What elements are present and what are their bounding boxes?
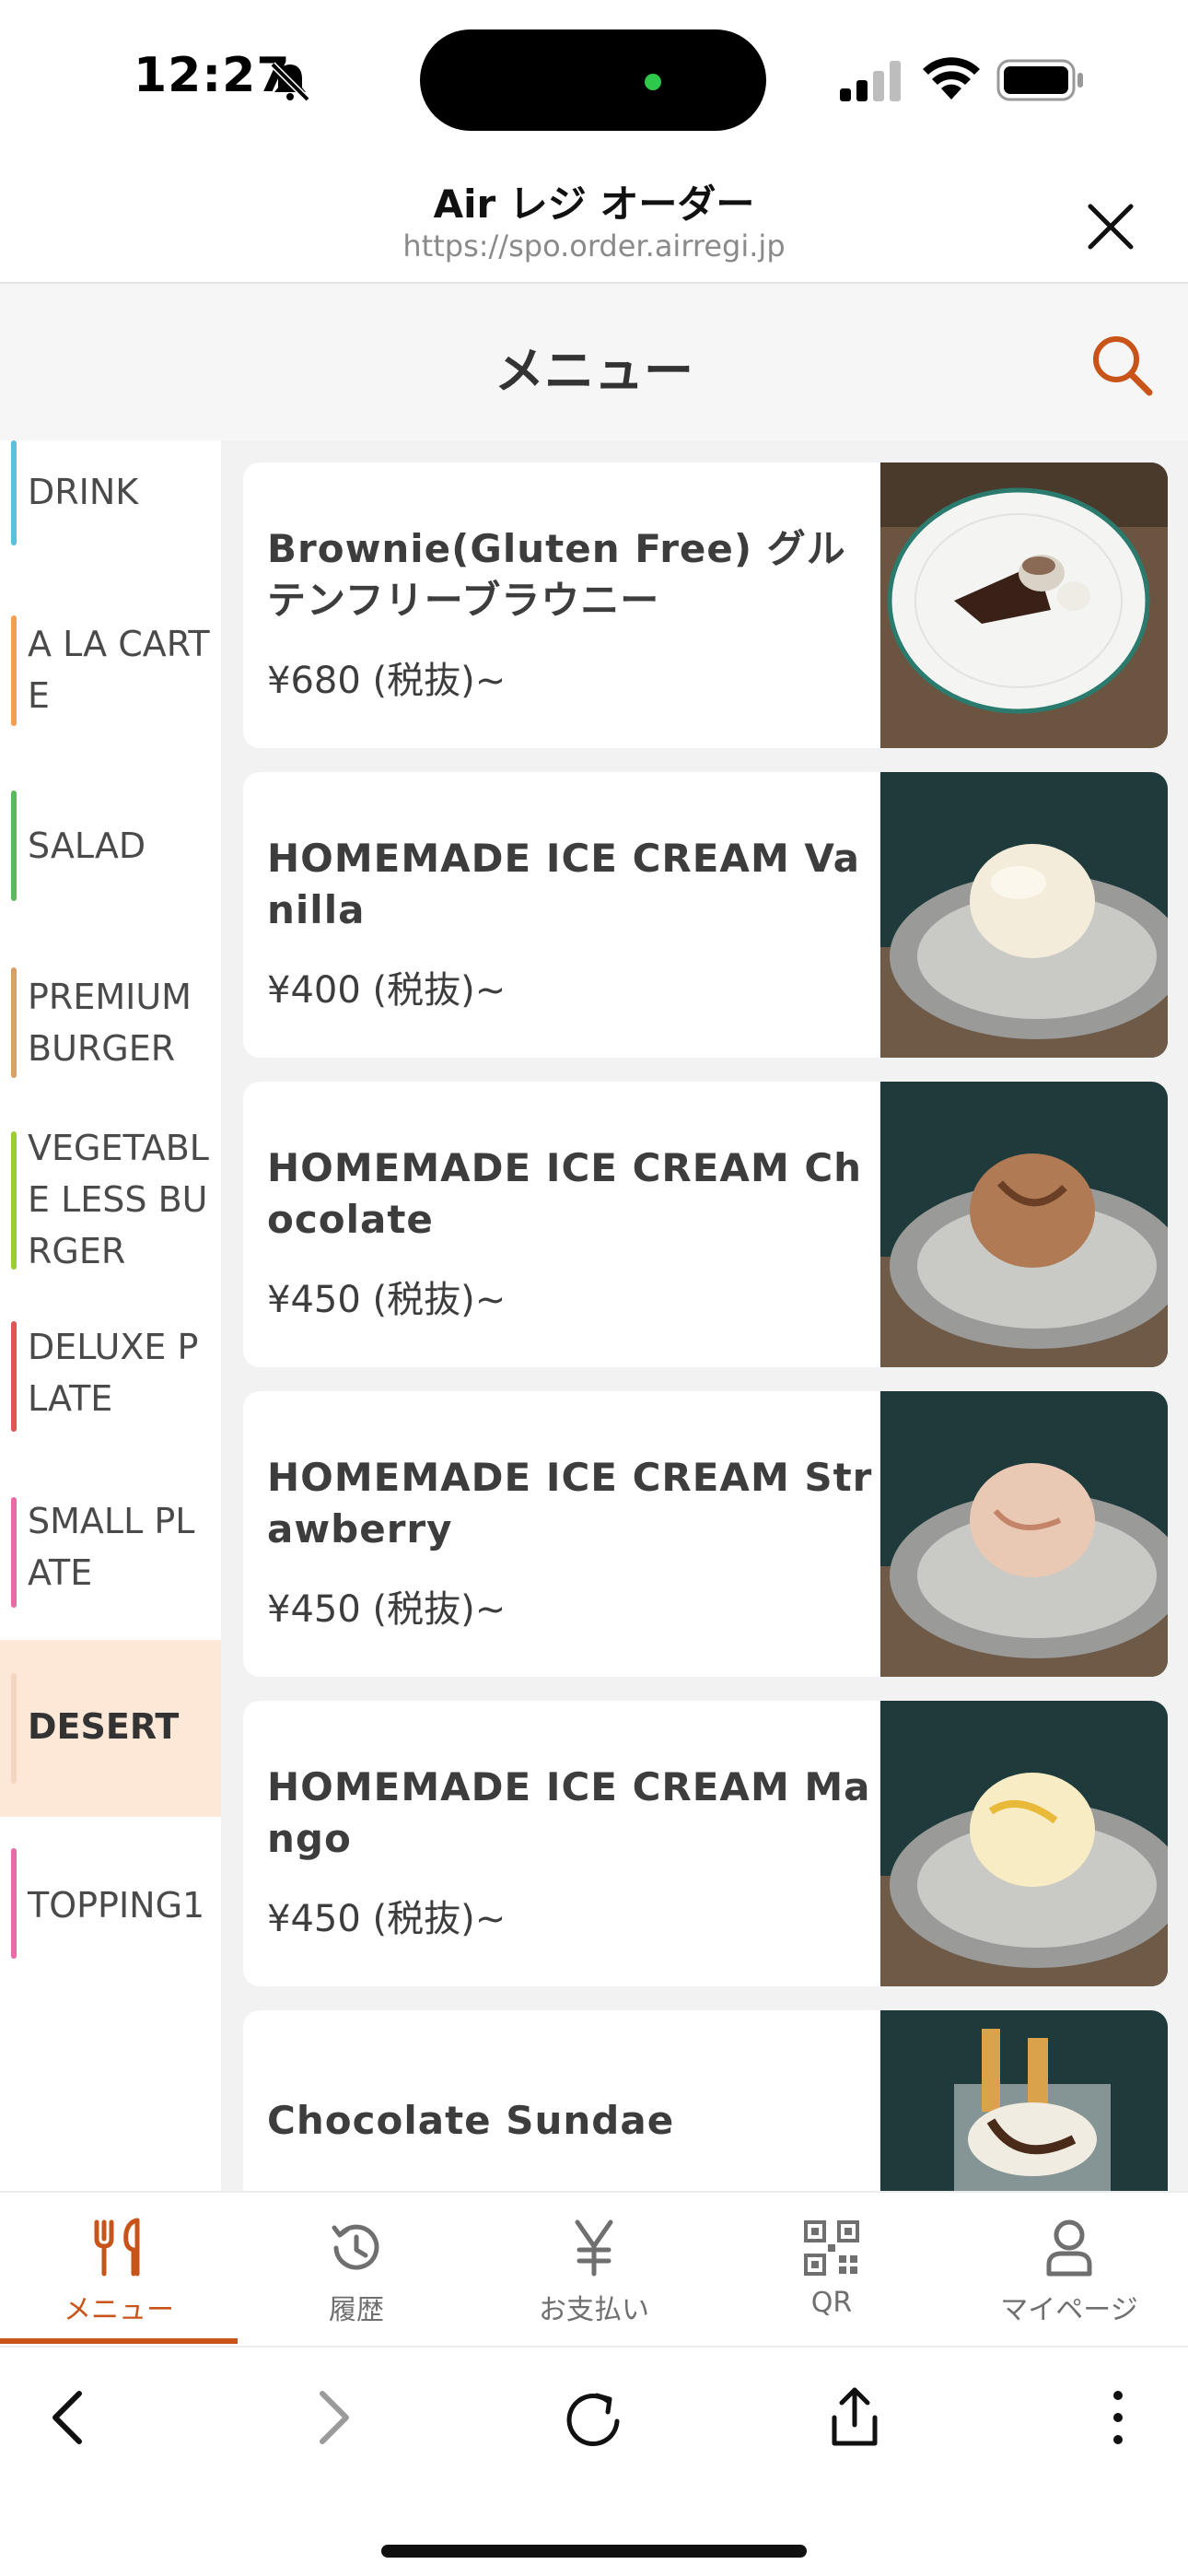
category-item-vegetable-less-burger[interactable]: VEGETABLE LESS BURGER [0,1122,221,1279]
category-label: DELUXE PLATE [28,1327,199,1419]
share-icon[interactable] [818,2381,891,2454]
category-sidebar[interactable]: DRINK A LA CARTE SALAD PREMIUM BURGER VE… [0,440,221,2191]
category-color-bar [11,615,17,726]
tab-history[interactable]: 履歴 [238,2193,475,2346]
category-item-a-la-carte[interactable]: A LA CARTE [0,606,221,735]
browser-header: Air レジ オーダー https://spo.order.airregi.jp [0,157,1188,284]
reload-icon[interactable] [556,2381,630,2454]
back-icon[interactable] [33,2381,107,2454]
menu-content: DRINK A LA CARTE SALAD PREMIUM BURGER VE… [0,440,1188,2191]
chocolate-ice-cream-image [880,1082,1168,1367]
status-bar: 12:27 [0,0,1188,157]
more-options-icon[interactable] [1081,2381,1155,2454]
product-card-ice-cream-mango[interactable]: HOMEMADE ICE CREAM Mango ¥450 (税抜)~ [243,1701,1168,1986]
tab-menu[interactable]: メニュー [0,2193,238,2346]
product-card-ice-cream-chocolate[interactable]: HOMEMADE ICE CREAM Chocolate ¥450 (税抜)~ [243,1082,1168,1367]
tab-label: お支払い [539,2294,649,2326]
category-color-bar [11,1848,17,1959]
category-color-bar [11,1673,17,1784]
person-icon [1046,2219,1092,2277]
wifi-icon [923,57,980,100]
page-header: メニュー [0,284,1188,440]
product-card-ice-cream-strawberry[interactable]: HOMEMADE ICE CREAM Strawberry ¥450 (税抜)~ [243,1391,1168,1677]
category-color-bar [11,790,17,901]
category-item-small-plate[interactable]: SMALL PLATE [0,1495,221,1624]
product-name: HOMEMADE ICE CREAM Vanilla [267,836,860,932]
history-icon [332,2224,379,2270]
product-card-ice-cream-vanilla[interactable]: HOMEMADE ICE CREAM Vanilla ¥400 (税抜)~ [243,772,1168,1058]
tab-payment[interactable]: お支払い [475,2193,713,2346]
chocolate-sundae-image [880,2010,1168,2191]
category-item-topping1[interactable]: TOPPING1 [0,1848,221,1977]
category-item-deluxe-plate[interactable]: DELUXE PLATE [0,1317,221,1446]
product-name: Brownie(Gluten Free) グルテンフリーブラウニー [267,526,846,623]
product-name: HOMEMADE ICE CREAM Chocolate [267,1145,863,1242]
tab-label: メニュー [64,2294,174,2326]
category-item-desert[interactable]: DESERT [0,1640,221,1817]
category-color-bar [11,1321,17,1432]
tab-my-page[interactable]: マイページ [950,2193,1188,2346]
category-color-bar [11,440,17,545]
category-label: VEGETABLE LESS BURGER [28,1128,209,1271]
brownie-plate-image [880,463,1168,748]
product-price: ¥400 (税抜)~ [267,969,507,1012]
bell-muted-icon [270,62,310,102]
tab-qr[interactable]: QR [713,2193,950,2346]
product-price: ¥450 (税抜)~ [267,1279,507,1321]
category-label: TOPPING1 [28,1885,205,1926]
product-price: ¥450 (税抜)~ [267,1898,507,1940]
tab-label: マイページ [1000,2294,1138,2326]
yen-icon [575,2219,613,2277]
tab-label: 履歴 [329,2294,384,2326]
camera-indicator-icon [645,74,661,90]
site-url[interactable]: https://spo.order.airregi.jp [0,228,1188,263]
category-color-bar [11,1131,17,1270]
product-name: Chocolate Sundae [267,2098,675,2143]
product-name: HOMEMADE ICE CREAM Strawberry [267,1455,873,1551]
product-price: ¥450 (税抜)~ [267,1588,507,1631]
category-label: SALAD [28,825,146,866]
cellular-signal-icon [840,61,901,101]
tab-label: QR [810,2287,853,2319]
category-item-premium-burger[interactable]: PREMIUM BURGER [0,958,221,1087]
category-label: SMALL PLATE [28,1501,195,1593]
product-name: HOMEMADE ICE CREAM Mango [267,1764,871,1861]
dynamic-island [420,29,766,131]
page-title: メニュー [495,342,693,400]
browser-toolbar [0,2346,1188,2576]
strawberry-ice-cream-image [880,1391,1168,1677]
product-card-brownie[interactable]: Brownie(Gluten Free) グルテンフリーブラウニー ¥680 (… [243,463,1168,748]
product-card-chocolate-sundae[interactable]: Chocolate Sundae [243,2010,1168,2191]
close-icon[interactable] [1081,197,1140,256]
category-label: DRINK [28,472,139,512]
fork-knife-icon [94,2218,140,2277]
product-price: ¥680 (税抜)~ [267,660,507,702]
category-color-bar [11,1497,17,1608]
mango-ice-cream-image [880,1701,1168,1986]
category-color-bar [11,967,17,1078]
site-title: Air レジ オーダー [433,181,755,227]
qr-code-icon [804,2220,859,2276]
category-label: A LA CARTE [28,624,210,716]
bottom-tab-bar: メニュー 履歴 お支払い QR マイページ [0,2191,1188,2344]
forward-icon[interactable] [295,2381,368,2454]
category-item-salad[interactable]: SALAD [0,781,221,910]
vanilla-ice-cream-image [880,772,1168,1058]
category-item-drink[interactable]: DRINK [0,440,221,560]
active-tab-indicator [0,2338,238,2344]
category-label: PREMIUM BURGER [28,977,192,1069]
search-icon[interactable] [1087,330,1157,400]
home-indicator [381,2545,807,2558]
battery-icon [996,59,1083,101]
category-label: DESERT [28,1706,180,1747]
